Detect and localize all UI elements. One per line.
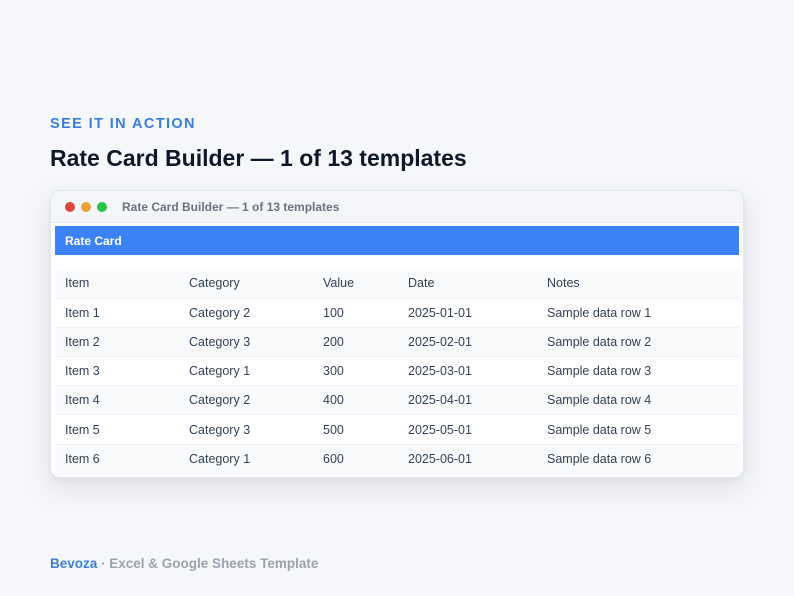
table-cell[interactable]: 2025-05-01: [398, 414, 537, 445]
close-window-icon[interactable]: [65, 201, 75, 212]
table-cell[interactable]: Sample data row 5: [537, 414, 739, 445]
footer-separator: ·: [97, 556, 110, 571]
eyebrow-label: SEE IT IN ACTION: [50, 116, 196, 132]
table-cell[interactable]: Item 6: [55, 444, 179, 474]
table-cell[interactable]: Category 3: [179, 414, 313, 445]
page: SEE IT IN ACTION Rate Card Builder — 1 o…: [0, 0, 794, 596]
column-header-item[interactable]: Item: [55, 269, 179, 299]
table-row[interactable]: Item 4 Category 2 400 2025-04-01 Sample …: [55, 385, 739, 416]
table-cell[interactable]: Sample data row 6: [537, 444, 739, 474]
table-cell[interactable]: 2025-03-01: [398, 356, 537, 387]
table-cell[interactable]: Sample data row 2: [537, 327, 739, 358]
window-title: Rate Card Builder — 1 of 13 templates: [122, 199, 340, 214]
table-row[interactable]: Item 1 Category 2 100 2025-01-01 Sample …: [55, 298, 739, 328]
data-table: Item Category Value Date Notes Item 1 Ca…: [55, 269, 739, 474]
table-cell[interactable]: Item 1: [55, 298, 179, 328]
table-cell[interactable]: 200: [313, 327, 398, 358]
table-cell[interactable]: 300: [313, 356, 398, 387]
table-row[interactable]: Item 6 Category 1 600 2025-06-01 Sample …: [55, 444, 739, 474]
app-window: Rate Card Builder — 1 of 13 templates Ra…: [50, 190, 744, 478]
brand-name: Bevoza: [50, 556, 98, 571]
table-cell[interactable]: Item 2: [55, 327, 179, 358]
column-header-category[interactable]: Category: [179, 269, 313, 299]
table-cell[interactable]: 2025-06-01: [398, 444, 537, 474]
table-cell[interactable]: 400: [313, 385, 398, 416]
page-title: Rate Card Builder — 1 of 13 templates: [50, 145, 467, 171]
window-titlebar: Rate Card Builder — 1 of 13 templates: [51, 191, 743, 223]
footer-credit: Bevoza · Excel & Google Sheets Template: [50, 556, 318, 571]
table-cell[interactable]: Category 1: [179, 356, 313, 387]
table-cell[interactable]: Category 3: [179, 327, 313, 358]
table-cell[interactable]: 100: [313, 298, 398, 328]
table-cell[interactable]: Category 2: [179, 385, 313, 416]
minimize-window-icon[interactable]: [81, 201, 91, 212]
sheet-spacer: [55, 255, 739, 269]
column-header-value[interactable]: Value: [313, 269, 398, 299]
table-cell[interactable]: Sample data row 4: [537, 385, 739, 416]
table-cell[interactable]: Sample data row 1: [537, 298, 739, 328]
table-row[interactable]: Item 5 Category 3 500 2025-05-01 Sample …: [55, 414, 739, 445]
table-row[interactable]: Item 2 Category 3 200 2025-02-01 Sample …: [55, 327, 739, 358]
table-header-row: Item Category Value Date Notes: [55, 269, 739, 299]
table-cell[interactable]: 2025-04-01: [398, 385, 537, 416]
sheet-content: Rate Card Item Category Value Date Notes: [51, 223, 743, 474]
table-cell[interactable]: Item 4: [55, 385, 179, 416]
table-row[interactable]: Item 3 Category 1 300 2025-03-01 Sample …: [55, 356, 739, 387]
table-cell[interactable]: 2025-02-01: [398, 327, 537, 358]
table-cell[interactable]: Category 2: [179, 298, 313, 328]
table-cell[interactable]: 600: [313, 444, 398, 474]
column-header-date[interactable]: Date: [398, 269, 537, 299]
table-cell[interactable]: 500: [313, 414, 398, 445]
sheet-header: Rate Card: [55, 226, 739, 255]
column-header-notes[interactable]: Notes: [537, 269, 739, 299]
table-cell[interactable]: Item 3: [55, 356, 179, 387]
table-cell[interactable]: 2025-01-01: [398, 298, 537, 328]
table-cell[interactable]: Item 5: [55, 414, 179, 445]
footer-tagline: Excel & Google Sheets Template: [109, 556, 319, 571]
maximize-window-icon[interactable]: [97, 201, 107, 212]
table-cell[interactable]: Sample data row 3: [537, 356, 739, 387]
table-cell[interactable]: Category 1: [179, 444, 313, 474]
